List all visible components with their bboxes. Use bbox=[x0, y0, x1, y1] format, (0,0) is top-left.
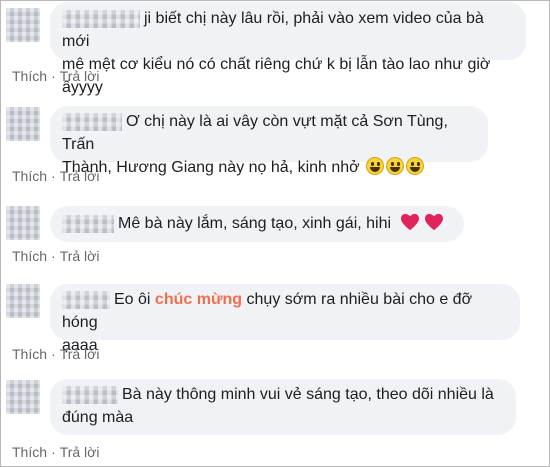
blurred-author-name[interactable] bbox=[62, 112, 122, 131]
separator: · bbox=[51, 168, 56, 184]
blurred-author-name[interactable] bbox=[62, 9, 140, 28]
comment-text-line-1: Bà này thông minh vui vẻ sáng tạo, theo … bbox=[122, 386, 494, 403]
like-link[interactable]: Thích bbox=[12, 346, 47, 362]
comment-actions: Thích · Trả lời bbox=[12, 248, 99, 264]
grinning-emoji-icon bbox=[366, 157, 385, 175]
grinning-emoji-icon bbox=[406, 157, 425, 175]
comment-actions: Thích · Trả lời bbox=[12, 444, 99, 460]
avatar[interactable] bbox=[6, 107, 40, 141]
avatar[interactable] bbox=[6, 284, 40, 318]
highlighted-text: chúc mừng bbox=[154, 291, 243, 308]
separator: · bbox=[51, 68, 56, 84]
heart-emoji-icon bbox=[400, 213, 419, 231]
comment-actions: Thích · Trả lời bbox=[12, 168, 99, 184]
reply-link[interactable]: Trả lời bbox=[60, 444, 100, 460]
blurred-author-name[interactable] bbox=[62, 385, 118, 404]
separator: · bbox=[51, 444, 56, 460]
comment-actions: Thích · Trả lời bbox=[12, 68, 99, 84]
reply-link[interactable]: Trả lời bbox=[60, 346, 100, 362]
comment-actions: Thích · Trả lời bbox=[12, 346, 99, 362]
avatar[interactable] bbox=[6, 8, 40, 42]
comment-text-pre: Eo ôi bbox=[114, 291, 155, 308]
comment-text-line-1: Mê bà này lắm, sáng tạo, xinh gái, hihi bbox=[118, 215, 392, 232]
comment-bubble: ji biết chị này lâu rồi, phải vào xem vi… bbox=[50, 2, 526, 96]
comment-text-line-2: Thành, Hương Giang này nọ hả, kinh nhở bbox=[62, 159, 360, 176]
like-link[interactable]: Thích bbox=[12, 444, 47, 460]
grinning-emoji-icon bbox=[386, 157, 405, 175]
avatar[interactable] bbox=[6, 380, 40, 414]
comment-bubble: Bà này thông minh vui vẻ sáng tạo, theo … bbox=[50, 379, 516, 435]
reply-link[interactable]: Trả lời bbox=[60, 248, 100, 264]
reply-link[interactable]: Trả lời bbox=[60, 168, 100, 184]
reply-link[interactable]: Trả lời bbox=[60, 68, 100, 84]
blurred-author-name[interactable] bbox=[62, 290, 110, 309]
heart-emoji-icon bbox=[424, 213, 443, 231]
comment-bubble: Mê bà này lắm, sáng tạo, xinh gái, hihi bbox=[50, 206, 464, 242]
comment-bubble: Eo ôi chúc mừng chụy sớm ra nhiều bài ch… bbox=[50, 284, 520, 354]
separator: · bbox=[51, 346, 56, 362]
like-link[interactable]: Thích bbox=[12, 68, 47, 84]
comment-bubble: Ơ chị này là ai vây còn vựt mặt cả Sơn T… bbox=[50, 106, 488, 176]
like-link[interactable]: Thích bbox=[12, 248, 47, 264]
comment-text-line-2: đúng màa bbox=[62, 409, 134, 426]
like-link[interactable]: Thích bbox=[12, 168, 47, 184]
blurred-author-name[interactable] bbox=[62, 214, 114, 233]
separator: · bbox=[51, 248, 56, 264]
avatar[interactable] bbox=[6, 206, 40, 240]
